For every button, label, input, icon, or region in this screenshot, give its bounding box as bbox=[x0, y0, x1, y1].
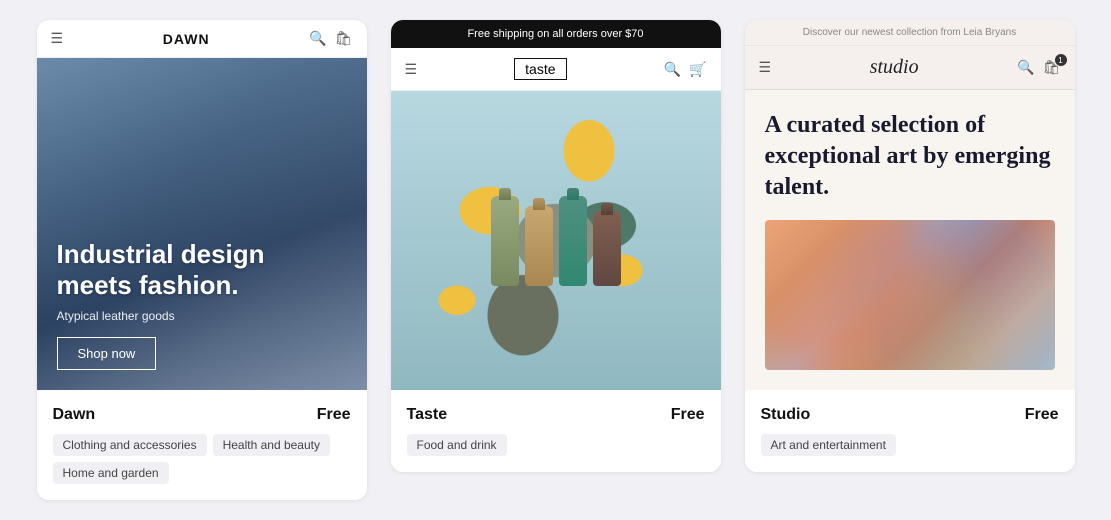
dawn-hero-content: Industrial design meets fashion. Atypica… bbox=[57, 239, 347, 370]
bottles bbox=[491, 196, 621, 286]
studio-card-info: Studio Free Art and entertainment bbox=[745, 390, 1075, 472]
taste-card[interactable]: Free shipping on all orders over $70 ☰ t… bbox=[391, 20, 721, 472]
taste-logo: taste bbox=[514, 58, 566, 80]
studio-hero-title: A curated selection of exceptional art b… bbox=[765, 110, 1055, 204]
cart-icon[interactable]: 🛍 bbox=[335, 30, 353, 47]
cart-icon[interactable]: 🛒 bbox=[689, 61, 706, 78]
themes-grid: ☰ DAWN 🔍 🛍 Industrial design meets fashi… bbox=[20, 20, 1091, 500]
bottle-4 bbox=[593, 211, 621, 286]
dawn-logo: DAWN bbox=[163, 31, 210, 47]
dawn-shop-now-button[interactable]: Shop now bbox=[57, 337, 157, 370]
dawn-title-row: Dawn Free bbox=[53, 406, 351, 424]
studio-theme-name: Studio bbox=[761, 406, 811, 424]
dawn-nav: ☰ DAWN 🔍 🛍 bbox=[37, 20, 367, 58]
dawn-theme-name: Dawn bbox=[53, 406, 96, 424]
menu-icon[interactable]: ☰ bbox=[405, 61, 418, 78]
bottle-3 bbox=[559, 196, 587, 286]
studio-tags: Art and entertainment bbox=[761, 434, 1059, 456]
search-icon[interactable]: 🔍 bbox=[309, 30, 326, 47]
cart-badge: 1 bbox=[1055, 54, 1067, 66]
studio-title-row: Studio Free bbox=[761, 406, 1059, 424]
menu-icon[interactable]: ☰ bbox=[51, 30, 64, 47]
taste-nav-icons: 🔍 🛒 bbox=[664, 61, 707, 78]
taste-product-image bbox=[391, 91, 721, 390]
dawn-tags: Clothing and accessories Health and beau… bbox=[53, 434, 351, 484]
studio-art-image bbox=[765, 220, 1055, 370]
taste-nav: ☰ taste 🔍 🛒 bbox=[391, 48, 721, 91]
search-icon[interactable]: 🔍 bbox=[1017, 59, 1034, 76]
tag-home[interactable]: Home and garden bbox=[53, 462, 169, 484]
studio-theme-price: Free bbox=[1025, 406, 1059, 424]
menu-icon[interactable]: ☰ bbox=[759, 59, 772, 76]
taste-card-info: Taste Free Food and drink bbox=[391, 390, 721, 472]
dawn-theme-price: Free bbox=[317, 406, 351, 424]
studio-hero: A curated selection of exceptional art b… bbox=[745, 90, 1075, 390]
taste-preview: Free shipping on all orders over $70 ☰ t… bbox=[391, 20, 721, 390]
taste-title-row: Taste Free bbox=[407, 406, 705, 424]
taste-hero bbox=[391, 91, 721, 390]
studio-card[interactable]: Discover our newest collection from Leia… bbox=[745, 20, 1075, 472]
bottle-2 bbox=[525, 206, 553, 286]
dawn-nav-icons: 🔍 🛍 bbox=[309, 30, 352, 47]
tag-clothing[interactable]: Clothing and accessories bbox=[53, 434, 207, 456]
tag-art[interactable]: Art and entertainment bbox=[761, 434, 896, 456]
studio-top-banner: Discover our newest collection from Leia… bbox=[745, 20, 1075, 46]
cart-icon[interactable]: 🛍 1 bbox=[1043, 59, 1061, 76]
dawn-card[interactable]: ☰ DAWN 🔍 🛍 Industrial design meets fashi… bbox=[37, 20, 367, 500]
dawn-preview: ☰ DAWN 🔍 🛍 Industrial design meets fashi… bbox=[37, 20, 367, 390]
taste-theme-name: Taste bbox=[407, 406, 448, 424]
search-icon[interactable]: 🔍 bbox=[664, 61, 681, 78]
taste-tags: Food and drink bbox=[407, 434, 705, 456]
tag-food[interactable]: Food and drink bbox=[407, 434, 507, 456]
bottle-1 bbox=[491, 196, 519, 286]
dawn-hero: Industrial design meets fashion. Atypica… bbox=[37, 58, 367, 390]
taste-banner: Free shipping on all orders over $70 bbox=[391, 20, 721, 48]
dawn-card-info: Dawn Free Clothing and accessories Healt… bbox=[37, 390, 367, 500]
tag-health[interactable]: Health and beauty bbox=[213, 434, 330, 456]
studio-logo: studio bbox=[870, 56, 919, 79]
dawn-hero-title: Industrial design meets fashion. bbox=[57, 239, 347, 301]
studio-nav-icons: 🔍 🛍 1 bbox=[1017, 59, 1060, 76]
studio-nav: ☰ studio 🔍 🛍 1 bbox=[745, 46, 1075, 90]
taste-theme-price: Free bbox=[671, 406, 705, 424]
dawn-hero-subtitle: Atypical leather goods bbox=[57, 309, 347, 323]
studio-preview: Discover our newest collection from Leia… bbox=[745, 20, 1075, 390]
